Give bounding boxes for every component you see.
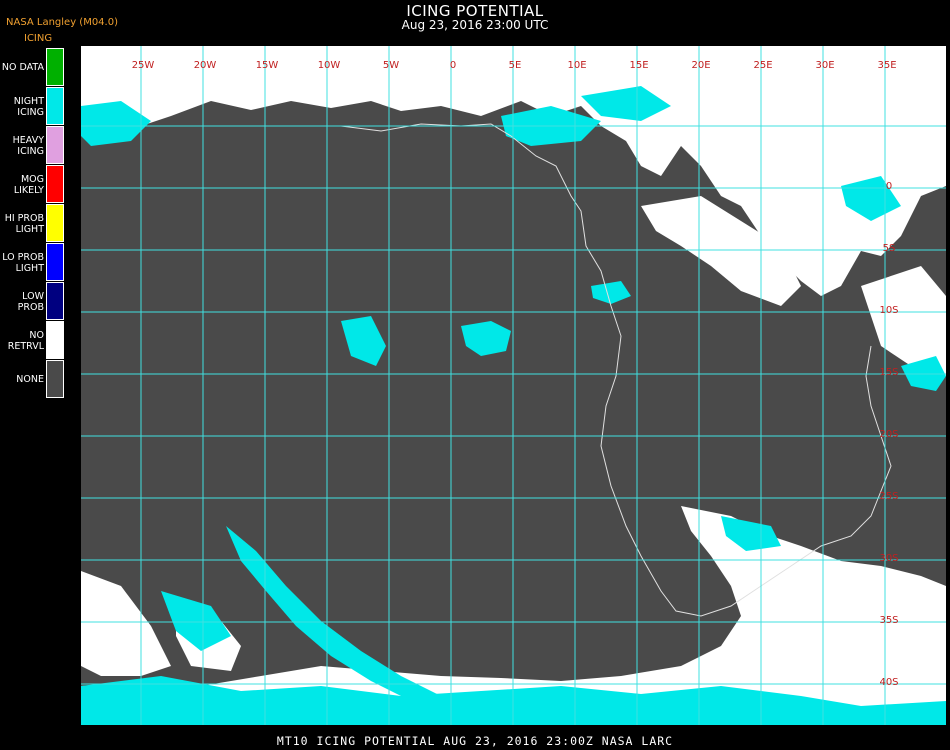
longitude-label: 15E xyxy=(629,60,648,71)
legend-swatch xyxy=(46,87,64,125)
map-canvas: 25W 20W 15W 10W 5W 0 5E 10E 15E 20E 25E 30E 35E 0 5S 10… xyxy=(81,46,946,725)
longitude-label: 10W xyxy=(318,60,341,71)
legend-item: NO DATA xyxy=(0,48,66,87)
legend-label-line: RETRVL xyxy=(7,340,44,352)
legend-swatch xyxy=(46,48,64,86)
legend-item: LO PROB LIGHT xyxy=(0,243,66,282)
latitude-label: 15S xyxy=(879,367,898,378)
legend-label-line: PROB xyxy=(17,301,44,313)
legend-label: NIGHT ICING xyxy=(0,87,44,126)
legend-label: LOW PROB xyxy=(0,282,44,321)
legend-swatch xyxy=(46,243,64,281)
legend-label-line: ICING xyxy=(17,145,44,157)
legend-label-line: LIGHT xyxy=(15,223,44,235)
legend-swatch xyxy=(46,165,64,203)
legend-item: NO RETRVL xyxy=(0,321,66,360)
legend-swatch xyxy=(46,126,64,164)
map-timestamp: Aug 23, 2016 23:00 UTC xyxy=(401,18,549,32)
latitude-label: 35S xyxy=(879,615,898,626)
legend-label-line: NONE xyxy=(16,374,44,385)
legend-item: NIGHT ICING xyxy=(0,87,66,126)
legend-swatch xyxy=(46,282,64,320)
latitude-label: 5S xyxy=(883,243,896,254)
legend-label: NO DATA xyxy=(0,48,44,87)
latitude-label: 30S xyxy=(879,553,898,564)
legend-item: LOW PROB xyxy=(0,282,66,321)
legend-label-line: LO PROB xyxy=(2,251,44,263)
night-icing-area xyxy=(341,316,386,366)
legend-label-line: NO xyxy=(29,329,44,341)
longitude-label: 25W xyxy=(132,60,155,71)
legend-label-line: LIGHT xyxy=(15,262,44,274)
product-version: NASA Langley (M04.0) xyxy=(6,17,118,28)
legend: NO DATA NIGHT ICING HEAVY ICING MOG LIKELY HI P… xyxy=(0,48,66,399)
longitude-label: 25E xyxy=(753,60,772,71)
legend-swatch xyxy=(46,360,64,398)
legend-label-line: HEAVY xyxy=(12,134,44,146)
latitude-label: 20S xyxy=(879,429,898,440)
legend-label-line: LOW xyxy=(22,290,44,302)
legend-label: LO PROB LIGHT xyxy=(0,243,44,282)
longitude-label: 0 xyxy=(450,60,456,71)
legend-label-line: LIKELY xyxy=(13,184,44,196)
legend-label-line: NIGHT xyxy=(13,95,44,107)
latitude-label: 0 xyxy=(886,181,892,192)
legend-label-line: NO DATA xyxy=(1,62,44,73)
legend-item: HI PROB LIGHT xyxy=(0,204,66,243)
legend-item: NONE xyxy=(0,360,66,399)
longitude-label: 20E xyxy=(691,60,710,71)
legend-label: NONE xyxy=(0,360,44,399)
longitude-label: 10E xyxy=(567,60,586,71)
night-icing-area xyxy=(461,321,511,356)
legend-swatch xyxy=(46,321,64,359)
legend-label-line: HI PROB xyxy=(4,212,44,224)
icing-map: 25W 20W 15W 10W 5W 0 5E 10E 15E 20E 25E 30E 35E 0 5S 10… xyxy=(81,46,946,725)
latitude-label: 40S xyxy=(879,677,898,688)
legend-label-line: ICING xyxy=(17,106,44,118)
longitude-label: 15W xyxy=(256,60,279,71)
footer-caption: MT10 ICING POTENTIAL AUG 23, 2016 23:00Z… xyxy=(276,734,674,748)
longitude-label: 5E xyxy=(509,60,522,71)
legend-item: MOG LIKELY xyxy=(0,165,66,204)
longitude-label: 20W xyxy=(194,60,217,71)
longitude-label: 5W xyxy=(383,60,399,71)
legend-label-line: MOG xyxy=(20,173,44,185)
legend-label: HEAVY ICING xyxy=(0,126,44,165)
longitude-label: 30E xyxy=(815,60,834,71)
legend-label: HI PROB LIGHT xyxy=(0,204,44,243)
night-icing-area xyxy=(591,281,631,304)
legend-swatch xyxy=(46,204,64,242)
longitude-label: 35E xyxy=(877,60,896,71)
latitude-label: 10S xyxy=(879,305,898,316)
latitude-label: 25S xyxy=(879,491,898,502)
legend-heading: ICING xyxy=(24,33,53,44)
legend-label: NO RETRVL xyxy=(0,321,44,360)
legend-item: HEAVY ICING xyxy=(0,126,66,165)
legend-label: MOG LIKELY xyxy=(0,165,44,204)
no-retrieval-area xyxy=(81,571,171,676)
